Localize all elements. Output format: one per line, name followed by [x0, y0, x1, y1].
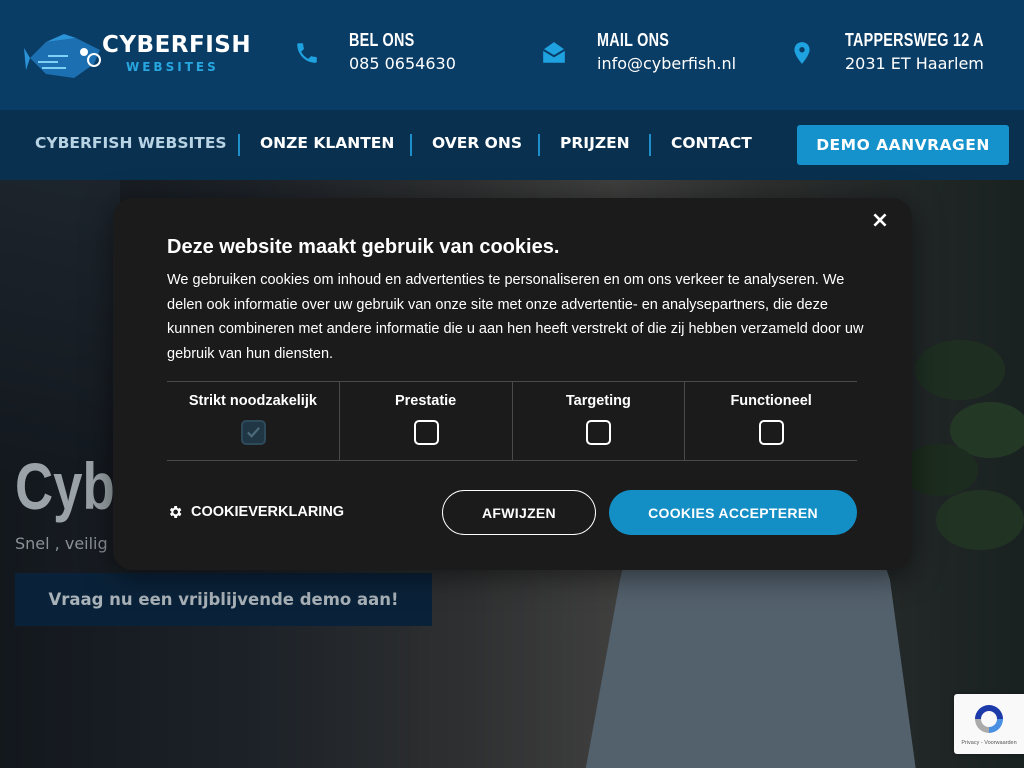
- nav-separator: [649, 134, 651, 156]
- hero-demo-button[interactable]: Vraag nu een vrijblijvende demo aan!: [15, 573, 432, 626]
- nav-item-cyberfish-websites[interactable]: CYBERFISH WEBSITES: [35, 134, 227, 152]
- close-icon[interactable]: ×: [870, 210, 890, 232]
- strictly-necessary-checkbox: [240, 420, 266, 445]
- nav-item-contact[interactable]: CONTACT: [671, 134, 752, 152]
- recaptcha-footer[interactable]: Privacy - Voorwaarden: [954, 740, 1024, 746]
- contact-mail-title: MAIL ONS: [597, 30, 670, 50]
- cookie-category-label: Functioneel: [730, 393, 812, 409]
- recaptcha-icon: [975, 705, 1003, 733]
- location-pin-icon: [794, 42, 810, 64]
- cookie-declaration-label: COOKIEVERKLARING: [191, 504, 345, 520]
- nav-item-onze-klanten[interactable]: ONZE KLANTEN: [260, 134, 394, 152]
- contact-phone-title: BEL ONS: [349, 30, 415, 50]
- nav-item-prijzen[interactable]: PRIJZEN: [560, 134, 630, 152]
- nav-separator: [238, 134, 240, 156]
- hero-subtitle: Snel , veilig e: [15, 534, 123, 553]
- reject-cookies-button[interactable]: AFWIJZEN: [442, 490, 596, 535]
- recaptcha-badge[interactable]: Privacy - Voorwaarden: [954, 694, 1024, 754]
- cookie-category-targeting: Targeting: [511, 382, 685, 460]
- cookie-description: We gebruiken cookies om inhoud en advert…: [167, 272, 864, 363]
- demo-request-button[interactable]: DEMO AANVRAGEN: [797, 125, 1009, 165]
- cookie-categories: Strikt noodzakelijk Prestatie Targeting …: [167, 381, 857, 461]
- contact-mail-value[interactable]: info@cyberfish.nl: [597, 54, 736, 73]
- cookie-category-label: Strikt noodzakelijk: [188, 393, 317, 409]
- nav-item-over-ons[interactable]: OVER ONS: [432, 134, 522, 152]
- cookie-category-label: Targeting: [565, 393, 631, 409]
- mail-icon: [542, 42, 566, 63]
- checkmark-icon: [246, 427, 260, 438]
- phone-icon: [297, 43, 317, 63]
- nav-separator: [538, 134, 540, 156]
- cookie-title: Deze website maakt gebruik van cookies.: [167, 236, 560, 258]
- contact-phone[interactable]: BEL ONS 085 0654630: [294, 30, 494, 80]
- nav-separator: [410, 134, 412, 156]
- top-header: CYBERFISH WEBSITES BEL ONS 085 0654630 M…: [0, 0, 1024, 110]
- logo-subtitle: WEBSITES: [126, 60, 219, 74]
- gear-icon: [169, 506, 182, 518]
- cookie-category-label: Prestatie: [394, 393, 457, 409]
- cookie-category-performance: Prestatie: [338, 382, 512, 460]
- logo-title: CYBERFISH: [102, 32, 252, 58]
- contact-address-value: 2031 ET Haarlem: [845, 54, 984, 73]
- cyberfish-logo[interactable]: CYBERFISH WEBSITES: [24, 26, 251, 86]
- targeting-checkbox[interactable]: [586, 420, 612, 445]
- fish-logo-icon: [24, 34, 101, 78]
- functional-checkbox[interactable]: [759, 420, 785, 445]
- contact-address-title: TAPPERSWEG 12 A: [845, 30, 984, 50]
- accept-cookies-button[interactable]: COOKIES ACCEPTEREN: [609, 490, 857, 535]
- cookie-category-functional: Functioneel: [684, 382, 857, 460]
- contact-phone-value[interactable]: 085 0654630: [349, 54, 456, 73]
- contact-mail[interactable]: MAIL ONS info@cyberfish.nl: [541, 30, 751, 80]
- cookie-category-strictly-necessary: Strikt noodzakelijk: [167, 382, 339, 460]
- contact-address[interactable]: TAPPERSWEG 12 A 2031 ET Haarlem: [789, 30, 1019, 80]
- cookie-consent-dialog: × Deze website maakt gebruik van cookies…: [113, 198, 912, 570]
- performance-checkbox[interactable]: [413, 420, 439, 445]
